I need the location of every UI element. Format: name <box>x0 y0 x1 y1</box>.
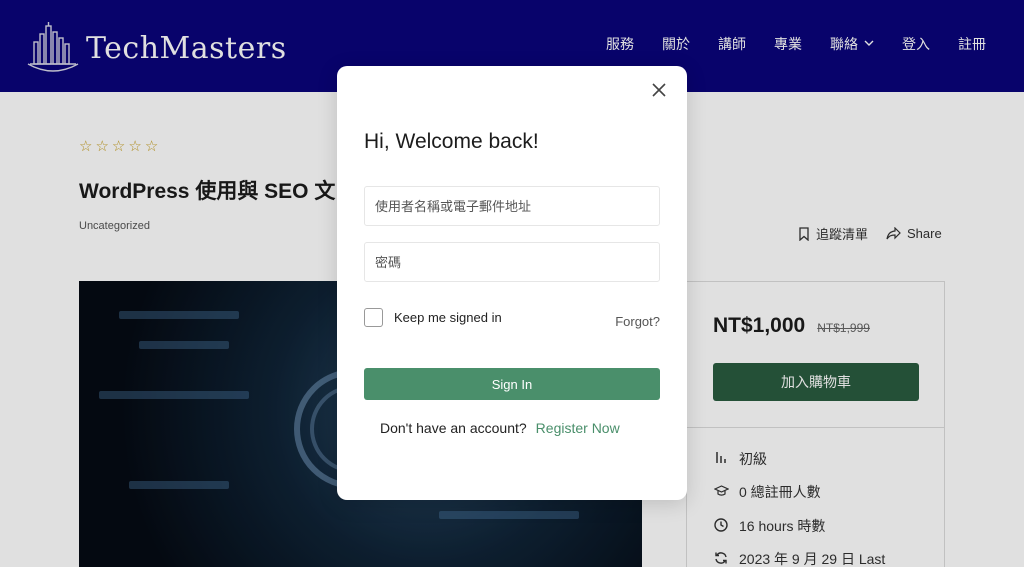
register-now-link[interactable]: Register Now <box>536 420 620 436</box>
remember-me-label[interactable]: Keep me signed in <box>394 310 502 325</box>
register-prompt: Don't have an account? Register Now <box>380 420 620 436</box>
modal-title: Hi, Welcome back! <box>364 130 539 153</box>
login-modal: Hi, Welcome back! Keep me signed in Forg… <box>337 66 687 500</box>
remember-me: Keep me signed in <box>364 308 502 327</box>
close-icon[interactable] <box>649 80 669 100</box>
no-account-text: Don't have an account? <box>380 420 527 436</box>
remember-me-checkbox[interactable] <box>364 308 383 327</box>
sign-in-button[interactable]: Sign In <box>364 368 660 400</box>
forgot-password-link[interactable]: Forgot? <box>615 314 660 329</box>
password-field[interactable] <box>364 242 660 282</box>
username-field[interactable] <box>364 186 660 226</box>
